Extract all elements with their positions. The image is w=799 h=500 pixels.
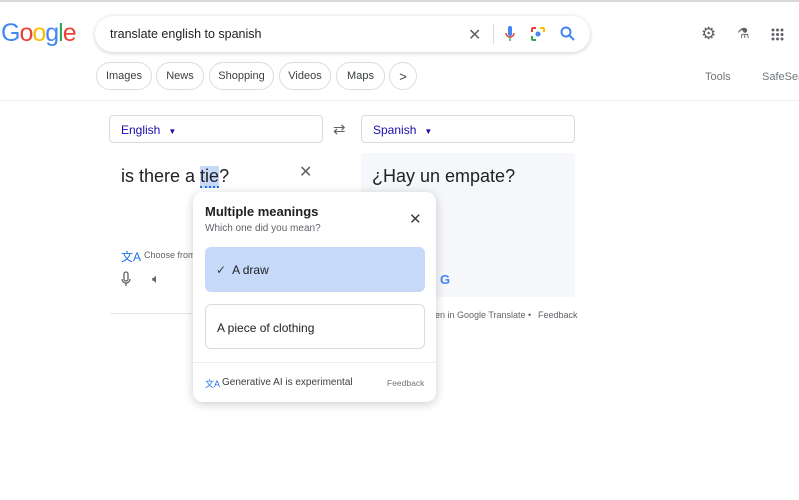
option-label: A draw <box>232 263 269 277</box>
popup-title: Multiple meanings <box>205 204 319 219</box>
swap-languages-icon[interactable]: ⇄ <box>333 120 346 138</box>
source-text-end: ? <box>219 166 230 186</box>
source-language-dropdown[interactable]: English ▼ <box>109 115 323 143</box>
option-a-draw[interactable]: ✓ A draw <box>205 247 425 292</box>
target-language: Spanish <box>373 123 417 137</box>
search-box[interactable]: translate english to spanish ✕ <box>95 16 590 52</box>
lens-icon[interactable] <box>530 26 546 42</box>
source-text[interactable]: is there a tie? <box>121 166 230 188</box>
feedback-link[interactable]: Feedback <box>538 310 578 320</box>
translate-icon: 文A <box>121 250 142 264</box>
source-language: English <box>121 123 161 137</box>
google-logo[interactable]: Google <box>1 19 77 48</box>
mic-icon[interactable] <box>504 26 516 42</box>
speaker-icon[interactable]: 🔈︎ <box>152 271 160 287</box>
tools-button[interactable]: Tools <box>705 71 731 83</box>
open-in-google-translate-link[interactable]: pen in Google Translate <box>430 310 526 320</box>
choose-from-label[interactable]: Choose from <box>144 250 196 260</box>
caret-down-icon: ▼ <box>168 127 177 136</box>
apps-icon[interactable] <box>771 28 784 41</box>
popup-subtitle: Which one did you mean? <box>205 223 321 234</box>
close-popup-icon[interactable]: ✕ <box>409 210 422 228</box>
chip-videos[interactable]: Videos <box>279 62 331 90</box>
target-language-dropdown[interactable]: Spanish ▼ <box>361 115 575 143</box>
chip-images[interactable]: Images <box>96 62 152 90</box>
mic-icon[interactable] <box>120 271 132 287</box>
translated-text: ¿Hay un empate? <box>372 166 516 186</box>
gear-icon[interactable]: ⚙ <box>701 24 716 44</box>
header-divider <box>0 100 799 101</box>
chip-maps[interactable]: Maps <box>336 62 385 90</box>
search-input[interactable]: translate english to spanish <box>110 27 261 41</box>
popup-divider <box>193 362 436 363</box>
safesearch-button[interactable]: SafeSea <box>762 71 799 83</box>
ambiguous-word[interactable]: tie <box>200 166 220 188</box>
check-icon: ✓ <box>216 263 227 277</box>
search-icon[interactable] <box>560 26 575 41</box>
option-label: A piece of clothing <box>217 321 315 335</box>
option-piece-of-clothing[interactable]: A piece of clothing <box>205 304 425 349</box>
clear-text-icon[interactable]: ✕ <box>299 162 312 182</box>
multiple-meanings-popup: Multiple meanings Which one did you mean… <box>193 192 436 402</box>
chip-shopping[interactable]: Shopping <box>209 62 274 90</box>
generative-ai-label: Generative AI is experimental <box>222 377 353 388</box>
generative-ai-icon: 文A <box>205 379 221 389</box>
top-border <box>0 0 799 2</box>
source-text-start: is there a <box>121 166 201 186</box>
chip-news[interactable]: News <box>156 62 204 90</box>
divider <box>493 24 494 44</box>
close-icon[interactable]: ✕ <box>468 25 481 45</box>
separator-dot: • <box>528 310 532 320</box>
labs-icon[interactable]: ⚗ <box>737 25 750 42</box>
google-g-icon: G <box>440 272 451 287</box>
caret-down-icon: ▼ <box>424 127 433 136</box>
popup-feedback-link[interactable]: Feedback <box>387 378 424 388</box>
chip-more-chevron-icon[interactable]: > <box>389 62 417 90</box>
